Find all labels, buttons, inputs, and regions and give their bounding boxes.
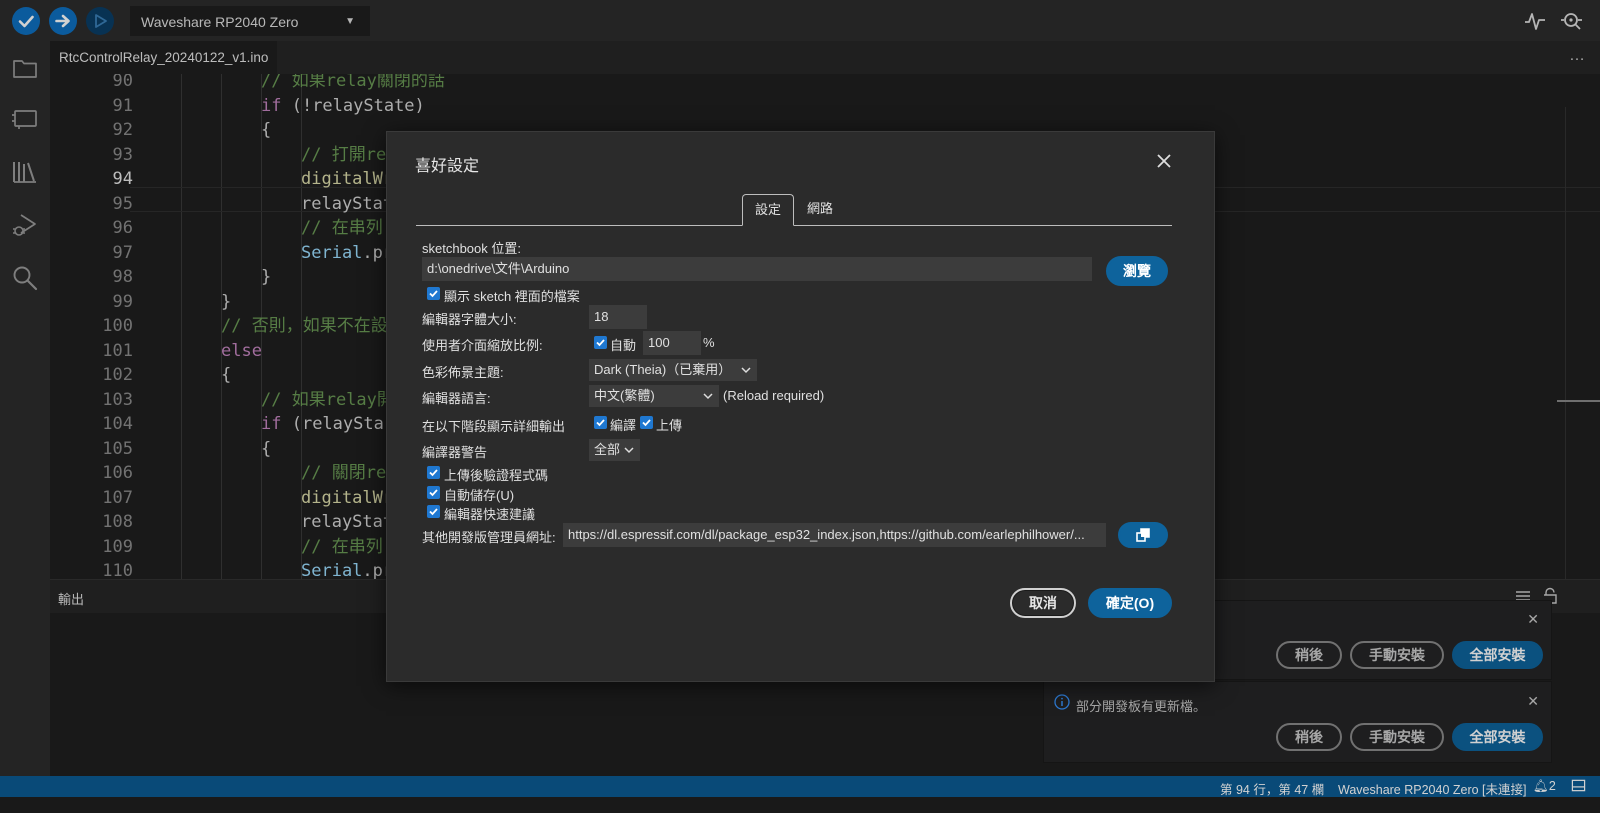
scale-label: 使用者介面縮放比例: xyxy=(422,338,543,353)
quick-suggestions-checkbox[interactable] xyxy=(427,505,440,518)
verbose-compile-checkbox[interactable] xyxy=(594,416,607,429)
warnings-value: 全部 xyxy=(594,442,621,457)
dialog-title: 喜好設定 xyxy=(415,158,480,175)
autosave-checkbox[interactable] xyxy=(427,486,440,499)
board-urls-label: 其他開發版管理員網址: xyxy=(422,530,556,545)
scale-field[interactable]: 100 xyxy=(643,331,701,355)
ok-button[interactable]: 確定(O) xyxy=(1088,588,1172,618)
sketchbook-path-field[interactable]: d:\onedrive\文件\Arduino xyxy=(422,257,1092,281)
check-icon xyxy=(596,339,605,347)
theme-value: Dark (Theia)（已棄用） xyxy=(594,362,732,377)
verify-after-upload-label: 上傳後驗證程式碼 xyxy=(444,468,549,483)
check-icon xyxy=(429,469,438,477)
chevron-down-icon xyxy=(740,364,752,376)
verify-after-upload-checkbox[interactable] xyxy=(427,466,440,479)
edit-urls-button[interactable] xyxy=(1118,522,1168,548)
verbose-upload-checkbox[interactable] xyxy=(640,416,653,429)
scale-unit: % xyxy=(703,335,715,350)
close-icon xyxy=(1157,154,1171,168)
open-window-icon xyxy=(1136,528,1150,542)
sketchbook-label: sketchbook 位置: xyxy=(422,241,521,256)
check-icon xyxy=(429,489,438,497)
language-value: 中文(繁體) xyxy=(594,388,655,403)
theme-select[interactable]: Dark (Theia)（已棄用） xyxy=(589,359,757,381)
preferences-dialog: 喜好設定 設定 網路 sketchbook 位置: d:\onedrive\文件… xyxy=(386,131,1215,682)
quick-suggestions-label: 編輯器快速建議 xyxy=(444,507,536,522)
chevron-down-icon xyxy=(702,390,714,402)
show-files-checkbox[interactable] xyxy=(427,287,440,300)
auto-scale-checkbox[interactable] xyxy=(594,336,607,349)
chevron-down-icon xyxy=(623,444,635,456)
verbose-upload-label: 上傳 xyxy=(656,418,683,433)
check-icon xyxy=(429,290,438,298)
close-button[interactable] xyxy=(1154,151,1174,171)
check-icon xyxy=(642,419,651,427)
verbose-compile-label: 編譯 xyxy=(610,418,637,433)
font-size-label: 編輯器字體大小: xyxy=(422,312,517,327)
browse-button[interactable]: 瀏覽 xyxy=(1106,256,1168,286)
font-size-field[interactable]: 18 xyxy=(589,305,647,329)
show-files-label: 顯示 sketch 裡面的檔案 xyxy=(444,289,580,304)
verbose-label: 在以下階段顯示詳細輸出 xyxy=(422,419,566,434)
check-icon xyxy=(429,508,438,516)
language-select[interactable]: 中文(繁體) xyxy=(589,385,719,407)
theme-label: 色彩佈景主題: xyxy=(422,365,504,380)
check-icon xyxy=(596,419,605,427)
tab-network[interactable]: 網路 xyxy=(794,194,846,226)
cancel-button[interactable]: 取消 xyxy=(1010,588,1076,618)
language-label: 編輯器語言: xyxy=(422,391,491,406)
board-urls-field[interactable]: https://dl.espressif.com/dl/package_esp3… xyxy=(563,523,1106,547)
auto-scale-label: 自動 xyxy=(610,338,637,353)
warnings-label: 編譯器警告 xyxy=(422,445,488,460)
tab-settings[interactable]: 設定 xyxy=(742,194,794,226)
autosave-label: 自動儲存(U) xyxy=(444,488,515,503)
reload-note: (Reload required) xyxy=(723,388,825,403)
warnings-select[interactable]: 全部 xyxy=(589,439,640,461)
